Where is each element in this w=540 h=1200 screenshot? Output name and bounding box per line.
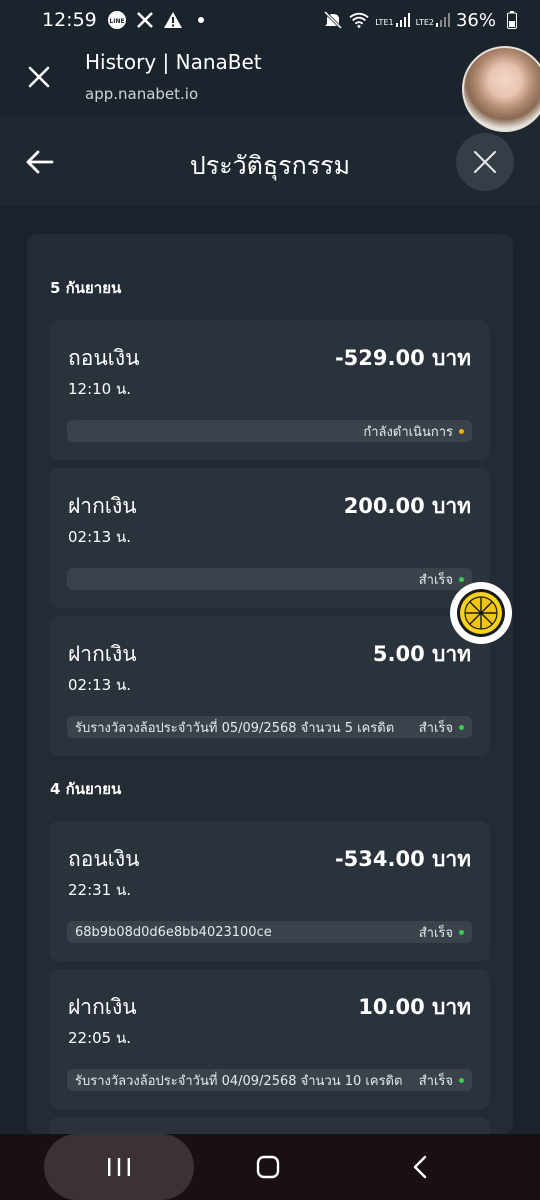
transaction-detail-bar: 68b9b08d0d6e8bb4023100ce สำเร็จ — [67, 921, 472, 943]
transaction-time: 22:05 น. — [68, 1029, 132, 1047]
signal-lte1-icon: LTE1 — [375, 13, 410, 27]
transaction-note: รับรางวัลวงล้อประจำวันที่ 04/09/2568 จำน… — [75, 1073, 403, 1089]
status-label: สำเร็จ — [418, 720, 453, 736]
date-heading: 5 กันยายน — [50, 279, 122, 297]
recent-apps-button[interactable] — [44, 1134, 194, 1200]
system-back-button[interactable] — [402, 1149, 438, 1185]
status-dot-icon — [459, 724, 464, 730]
status-label: สำเร็จ — [418, 1073, 453, 1089]
status-time: 12:59 — [42, 9, 97, 31]
transaction-card-partial[interactable] — [49, 1117, 490, 1134]
date-heading: 4 กันยายน — [50, 780, 122, 798]
close-icon — [28, 66, 50, 88]
transaction-detail-bar: สำเร็จ — [67, 568, 472, 590]
transaction-amount: -534.00 บาท — [334, 847, 471, 871]
lemon-icon — [457, 589, 505, 637]
browser-url: app.nanabet.io — [85, 85, 199, 103]
transaction-history-panel: 5 กันยายน ถอนเงิน -529.00 บาท 12:10 น. ก… — [27, 234, 513, 1134]
dot-icon — [191, 10, 211, 30]
status-bar: 12:59 LINE LTE1 LTE2 36% — [0, 0, 540, 40]
svg-text:LINE: LINE — [109, 18, 124, 25]
status-left: 12:59 LINE — [42, 9, 211, 31]
transaction-time: 12:10 น. — [68, 380, 132, 398]
transaction-type: ฝากเงิน — [68, 494, 137, 518]
home-button[interactable] — [250, 1149, 286, 1185]
status-badge: กำลังดำเนินการ — [363, 421, 464, 442]
transaction-time: 02:13 น. — [68, 528, 132, 546]
transaction-amount: 10.00 บาท — [358, 995, 471, 1019]
transaction-card[interactable]: ฝากเงิน 5.00 บาท 02:13 น. รับรางวัลวงล้อ… — [49, 616, 490, 756]
lemon-floating-button[interactable] — [450, 582, 512, 644]
browser-title: History | NanaBet — [85, 50, 262, 74]
status-label: กำลังดำเนินการ — [363, 424, 453, 440]
transaction-card[interactable]: ถอนเงิน -534.00 บาท 22:31 น. 68b9b08d0d6… — [49, 821, 490, 961]
status-dot-icon — [459, 1077, 464, 1083]
transaction-note: รับรางวัลวงล้อประจำวันที่ 05/09/2568 จำน… — [75, 720, 395, 736]
status-label: สำเร็จ — [418, 572, 453, 588]
battery-icon — [502, 10, 522, 30]
transaction-detail-bar: กำลังดำเนินการ — [67, 420, 472, 442]
transaction-note: 68b9b08d0d6e8bb4023100ce — [75, 924, 272, 940]
chat-head-avatar[interactable] — [462, 46, 540, 132]
status-badge: สำเร็จ — [419, 1070, 464, 1091]
transaction-type: ฝากเงิน — [68, 642, 137, 666]
status-badge: สำเร็จ — [419, 569, 464, 590]
transaction-time: 22:31 น. — [68, 881, 132, 899]
transaction-detail-bar: รับรางวัลวงล้อประจำวันที่ 04/09/2568 จำน… — [67, 1069, 472, 1091]
transaction-amount: 5.00 บาท — [372, 642, 471, 666]
browser-header: History | NanaBet app.nanabet.io — [0, 40, 540, 116]
transaction-time: 02:13 น. — [68, 676, 132, 694]
transaction-type: ฝากเงิน — [68, 995, 137, 1019]
status-badge: สำเร็จ — [419, 922, 464, 943]
home-icon — [256, 1155, 280, 1179]
status-dot-icon — [459, 929, 464, 935]
lte1-label: LTE1 — [375, 18, 394, 27]
system-nav-bar — [0, 1134, 540, 1200]
transaction-type: ถอนเงิน — [68, 346, 140, 370]
battery-percent: 36% — [455, 9, 496, 31]
transaction-amount: -529.00 บาท — [334, 346, 471, 370]
lte2-label: LTE2 — [415, 18, 434, 27]
status-dot-icon — [459, 428, 464, 434]
status-right: LTE1 LTE2 36% — [323, 10, 522, 31]
close-button[interactable] — [456, 133, 514, 191]
signal-lte2-icon: LTE2 — [416, 13, 450, 27]
wifi-icon — [349, 10, 369, 30]
close-icon — [474, 151, 496, 173]
status-dot-icon — [459, 576, 464, 582]
transaction-amount: 200.00 บาท — [343, 494, 471, 518]
line-icon: LINE — [107, 10, 127, 30]
transaction-card[interactable]: ถอนเงิน -529.00 บาท 12:10 น. กำลังดำเนิน… — [49, 320, 490, 460]
transaction-detail-bar: รับรางวัลวงล้อประจำวันที่ 05/09/2568 จำน… — [67, 716, 472, 738]
x-icon — [135, 10, 155, 30]
status-badge: สำเร็จ — [419, 717, 464, 738]
transaction-card[interactable]: ฝากเงิน 200.00 บาท 02:13 น. สำเร็จ — [49, 468, 490, 608]
warning-icon — [163, 10, 183, 30]
transaction-type: ถอนเงิน — [68, 847, 140, 871]
browser-close-button[interactable] — [22, 60, 56, 94]
status-label: สำเร็จ — [418, 925, 453, 941]
back-icon — [413, 1155, 427, 1179]
mute-icon — [323, 10, 343, 30]
transaction-card[interactable]: ฝากเงิน 10.00 บาท 22:05 น. รับรางวัลวงล้… — [49, 969, 490, 1109]
recent-apps-icon — [108, 1158, 130, 1176]
